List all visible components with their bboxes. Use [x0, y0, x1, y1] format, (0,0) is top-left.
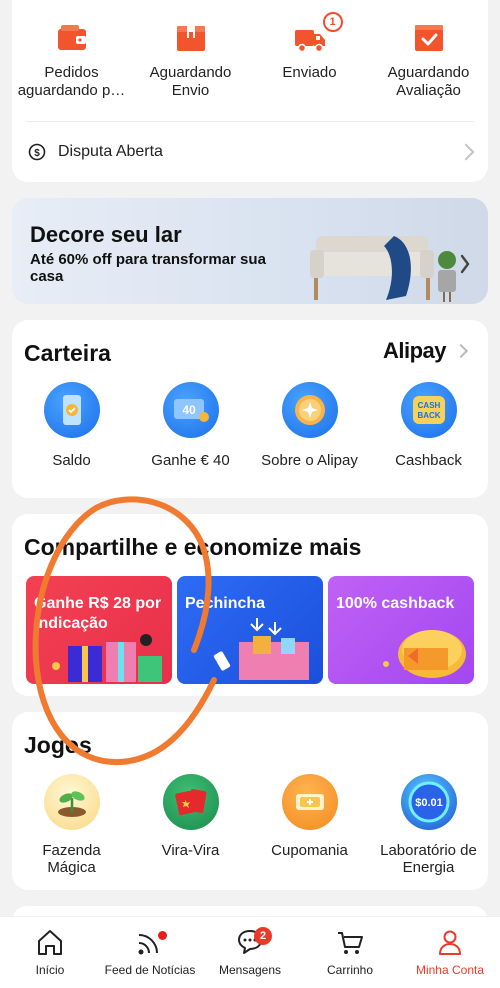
tab-cart[interactable]: Carrinho: [300, 917, 400, 988]
orders-card: Pedidos aguardando p… Aguardando Envio 1…: [12, 0, 488, 182]
svg-text:BACK: BACK: [417, 411, 440, 420]
chevron-right-icon: [460, 254, 470, 274]
order-shipped[interactable]: 1 Enviado: [251, 12, 369, 100]
games-title: Jogos: [24, 732, 92, 758]
game-label-line: Energia: [402, 859, 455, 876]
promo-title-line: Ganhe R$ 28 por: [34, 595, 162, 612]
game-vira-vira[interactable]: Vira-Vira: [135, 774, 247, 876]
tab-label: Minha Conta: [415, 963, 485, 977]
message-badge: 2: [254, 927, 272, 945]
wallet-card: Carteira Alipay Saldo 40 Ganhe € 40 Sobr…: [12, 320, 488, 498]
wallet-title: Carteira: [24, 340, 111, 366]
game-label-line: Mágica: [47, 859, 96, 876]
games-card: Jogos Fazenda Mágica Vira-Vira Cupomania…: [12, 712, 488, 890]
tab-label: Mensagens: [218, 963, 282, 977]
gold-coin-icon: [281, 382, 338, 438]
share-title: Compartilhe e economize mais: [24, 534, 362, 560]
dispute-row[interactable]: $ Disputa Aberta: [28, 138, 475, 166]
order-label: Pedidos aguardando p…: [17, 64, 126, 99]
wallet-item-ganhe[interactable]: 40 Ganhe € 40: [135, 382, 247, 469]
promo-title: 100% cashback: [336, 595, 455, 612]
cards-icon: [162, 774, 219, 830]
home-icon: [38, 930, 62, 955]
coupon-40-icon: 40: [162, 382, 219, 438]
review-icon: [414, 25, 443, 51]
wallet-item-alipay[interactable]: Sobre o Alipay: [254, 382, 366, 469]
chevron-right-icon: [457, 143, 475, 161]
game-label: Vira-Vira: [161, 842, 220, 859]
dispute-icon: $: [28, 143, 46, 161]
wallet-item-saldo[interactable]: Saldo: [16, 382, 128, 469]
order-pending-payment[interactable]: Pedidos aguardando p…: [13, 22, 131, 100]
tab-messages[interactable]: 2 Mensagens: [200, 917, 300, 988]
game-fazenda[interactable]: Fazenda Mágica: [16, 774, 128, 876]
chevron-right-icon: [453, 343, 469, 359]
tab-feed[interactable]: Feed de Notícias: [100, 917, 200, 988]
cart-icon: [338, 932, 363, 954]
energy-coin-icon: $0.01: [400, 774, 457, 830]
wallet-item-label: Sobre o Alipay: [261, 452, 358, 469]
promo-cashback[interactable]: 100% cashback: [328, 576, 474, 684]
game-laboratorio[interactable]: $0.01 Laboratório de Energia: [373, 774, 485, 876]
wallet-item-label: Saldo: [52, 452, 91, 469]
share-card: Compartilhe e economize mais Ganhe R$ 28…: [12, 514, 488, 696]
wallet-item-label: Cashback: [395, 452, 462, 469]
order-awaiting-review[interactable]: Aguardando Avaliação: [370, 22, 488, 100]
game-label: Cupomania: [271, 842, 348, 859]
svg-text:CASH: CASH: [417, 401, 440, 410]
tab-label: Carrinho: [326, 963, 374, 977]
bargain-image: [213, 618, 309, 680]
order-status-row: Pedidos aguardando p… Aguardando Envio 1…: [12, 0, 488, 100]
package-icon: [176, 26, 205, 51]
games-icons: Fazenda Mágica Vira-Vira Cupomania $0.01…: [12, 774, 488, 876]
tab-label: Feed de Notícias: [104, 963, 196, 977]
gift-boxes-image: [52, 634, 162, 682]
tab-label: Início: [35, 963, 65, 977]
phone-wallet-icon: [43, 382, 100, 438]
wallet-item-label: Ganhe € 40: [151, 452, 230, 469]
bottom-tab-bar: Início Feed de Notícias 2 Mensagens Carr…: [0, 916, 500, 988]
wallet-item-cashback[interactable]: CASH BACK Cashback: [373, 382, 485, 469]
user-icon: [439, 930, 461, 955]
game-label-line: Laboratório de: [380, 842, 477, 859]
banner-title: Decore seu lar: [30, 222, 182, 247]
game-cupomania[interactable]: Cupomania: [254, 774, 366, 876]
promo-referral[interactable]: Ganhe R$ 28 por indicação: [26, 576, 172, 684]
ticket-icon: [281, 774, 338, 830]
order-label: Enviado: [282, 64, 337, 81]
divider: [26, 121, 474, 122]
order-label: Aguardando Avaliação: [387, 64, 470, 99]
game-label: Laboratório de Energia: [373, 842, 485, 876]
game-label: Fazenda Mágica: [16, 842, 128, 876]
cashback-icon: CASH BACK: [400, 382, 457, 438]
banner-subtitle: Até 60% off para transformar sua casa: [30, 251, 266, 285]
sprout-icon: [43, 774, 100, 830]
shipped-badge: 1: [322, 12, 343, 32]
order-awaiting-shipment[interactable]: Aguardando Envio: [132, 22, 250, 100]
home-decor-banner[interactable]: Decore seu lar Até 60% off para transfor…: [12, 198, 488, 304]
game-label-line: Fazenda: [42, 842, 101, 859]
truck-icon: [294, 30, 325, 53]
svg-text:$0.01: $0.01: [415, 797, 443, 809]
sofa-image: [310, 236, 470, 302]
wallet-icons: Saldo 40 Ganhe € 40 Sobre o Alipay CASH …: [12, 382, 488, 469]
order-label: Aguardando Envio: [149, 64, 232, 99]
promo-bargain[interactable]: Pechincha: [177, 576, 323, 684]
coupon-value: 40: [182, 403, 196, 417]
tab-account[interactable]: Minha Conta: [400, 917, 500, 988]
tab-home[interactable]: Início: [0, 917, 100, 988]
coin-image: [383, 630, 466, 678]
svg-text:$: $: [34, 148, 40, 159]
alipay-link[interactable]: Alipay: [383, 338, 447, 364]
notification-dot: [158, 931, 167, 940]
promo-row: Ganhe R$ 28 por indicação Pechincha 100%…: [26, 576, 474, 684]
dispute-label: Disputa Aberta: [58, 143, 163, 160]
wallet-icon: [57, 25, 86, 50]
